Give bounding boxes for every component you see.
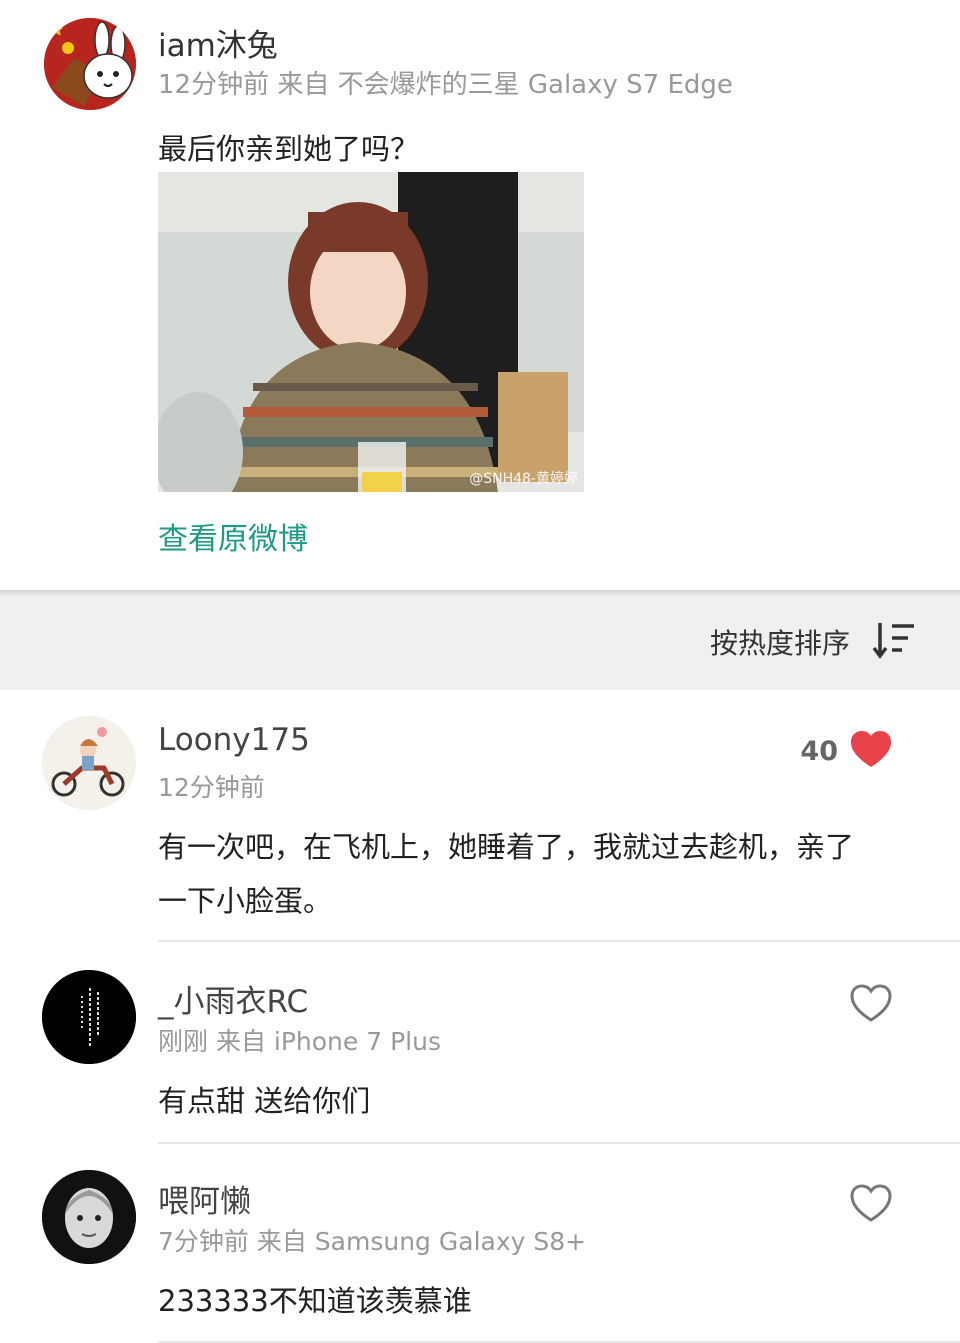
original-post: iam沐兔 12分钟前 来自 不会爆炸的三星 Galaxy S7 Edge 最后…: [0, 0, 960, 590]
motorcycle-avatar-icon: [42, 716, 136, 810]
photo-illustration: [158, 172, 584, 492]
like-count: 40: [800, 736, 838, 767]
commenter-avatar-portrait[interactable]: [42, 1170, 136, 1264]
comment-item: Loony175 12分钟前 40 有一次吧，在飞机上，她睡着了，我就过去趁机，…: [0, 690, 960, 944]
comment-meta: 12分钟前: [158, 773, 265, 802]
heart-outline-icon[interactable]: [850, 984, 892, 1024]
view-original-weibo-link[interactable]: 查看原微博: [158, 514, 308, 558]
rabbit-avatar-icon: [44, 18, 136, 110]
heart-outline-icon[interactable]: [850, 1184, 892, 1224]
comment-meta: 刚刚 来自 iPhone 7 Plus: [158, 1027, 441, 1056]
comment-item: 喂阿懒 7分钟前 来自 Samsung Galaxy S8+ 233333不知道…: [0, 1144, 960, 1343]
commenter-avatar-motorcycle[interactable]: [42, 716, 136, 810]
comment-text: 有点甜 送给你们: [158, 1084, 371, 1118]
comment-meta: 7分钟前 来自 Samsung Galaxy S8+: [158, 1227, 587, 1256]
commenter-name[interactable]: _小雨衣RC: [158, 976, 308, 1021]
photo-watermark: @SNH48-黄婷婷: [469, 471, 578, 487]
comment-text: 有一次吧，在飞机上，她睡着了，我就过去趁机，亲了一下小脸蛋。: [158, 830, 855, 918]
sort-label[interactable]: 按热度排序: [710, 622, 850, 662]
user-avatar-rabbit[interactable]: [44, 18, 136, 110]
portrait-avatar-icon: [42, 1170, 136, 1264]
divider: [158, 940, 960, 942]
comment-item: _小雨衣RC 刚刚 来自 iPhone 7 Plus 有点甜 送给你们: [0, 944, 960, 1144]
comment-text: 233333不知道该羡慕谁: [158, 1284, 472, 1318]
commenter-name[interactable]: Loony175: [158, 722, 310, 758]
sort-bar[interactable]: 按热度排序: [0, 590, 960, 690]
commenter-avatar-dark[interactable]: [42, 970, 136, 1064]
post-username[interactable]: iam沐兔: [158, 20, 278, 65]
sort-descending-icon[interactable]: [872, 620, 916, 660]
commenter-name[interactable]: 喂阿懒: [158, 1176, 251, 1221]
post-meta: 12分钟前 来自 不会爆炸的三星 Galaxy S7 Edge: [158, 70, 733, 100]
heart-filled-icon[interactable]: [850, 730, 892, 770]
post-text: 最后你亲到她了吗？: [158, 132, 420, 166]
post-photo[interactable]: @SNH48-黄婷婷: [158, 172, 584, 492]
text-avatar-icon: [42, 970, 136, 1064]
